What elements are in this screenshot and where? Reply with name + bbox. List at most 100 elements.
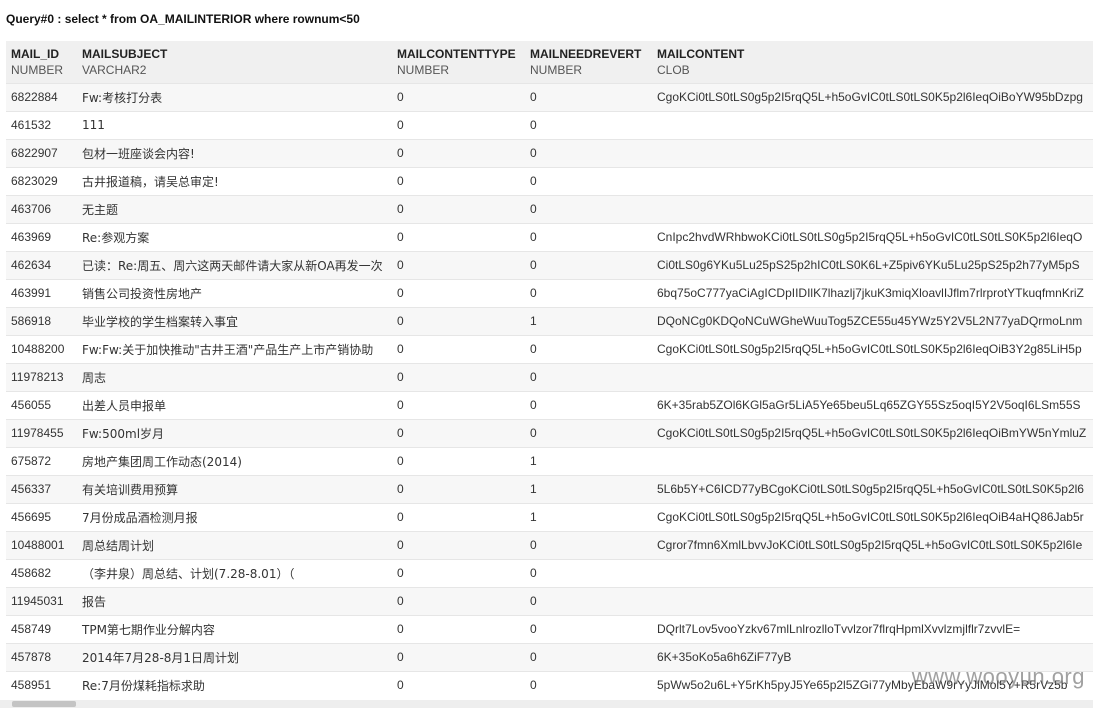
mailsubject-cell: 周总结周计划 [77,530,392,559]
mail-id-cell: 456055 [6,390,77,419]
mail-id-cell: 6822884 [6,82,77,111]
mail-id-cell: 456695 [6,502,77,531]
column-header-mailsubject[interactable]: MAILSUBJECT VARCHAR2 [77,41,392,83]
column-name: MAILCONTENT [657,47,745,61]
mailneedrevert-cell: 0 [525,250,652,279]
table-row[interactable]: 10488200 Fw:Fw:关于加快推动"古井王酒"产品生产上市产销协助 0 0 Cg… [6,334,1093,363]
mail-id-cell: 11978455 [6,418,77,447]
mail-id-cell: 11978213 [6,362,77,391]
table-row[interactable]: 11945031 报告 0 0 [6,586,1093,615]
mailsubject-cell: 房地产集团周工作动态(2014) [77,446,392,475]
mailcontent-cell: Cgror7fmn6XmlLbvvJoKCi0tLS0tLS0g5p2I5rqQ… [652,530,1093,559]
mailneedrevert-cell: 1 [525,306,652,335]
table-row[interactable]: 461532 111 0 0 [6,110,1093,139]
mail-id-cell: 458951 [6,670,77,699]
column-header-mailcontenttype[interactable]: MAILCONTENTTYPE NUMBER [392,41,525,83]
mailcontent-cell: CgoKCi0tLS0tLS0g5p2I5rqQ5L+h5oGvIC0tLS0t… [652,502,1093,531]
mailneedrevert-cell: 0 [525,82,652,111]
mailcontenttype-cell: 0 [392,362,525,391]
mailsubject-cell: Re:7月份煤耗指标求助 [77,670,392,699]
mail-id-cell: 6823029 [6,166,77,195]
column-type: NUMBER [530,63,583,77]
mailsubject-cell: 111 [77,110,392,139]
mail-id-cell: 11945031 [6,586,77,615]
mailneedrevert-cell: 0 [525,670,652,699]
table-row[interactable]: 463706 无主题 0 0 [6,194,1093,223]
mailcontent-cell [652,586,1093,615]
mailsubject-cell: 包材一班座谈会内容! [77,138,392,167]
table-row[interactable]: 463991 销售公司投资性房地产 0 0 6bq75oC777yaCiAgICDpII… [6,278,1093,307]
horizontal-scrollbar[interactable] [0,700,1093,708]
table-row[interactable]: 11978455 Fw:500ml岁月 0 0 CgoKCi0tLS0tLS0g5p2I… [6,418,1093,447]
mailcontent-cell: DQoNCg0KDQoNCuWGheWuuTog5ZCE55u45YWz5Y2V… [652,306,1093,335]
table-row[interactable]: 463969 Re:参观方案 0 0 CnIpc2hvdWRhbwoKCi0tLS0tL… [6,222,1093,251]
table-row[interactable]: 456055 出差人员申报单 0 0 6K+35rab5ZOl6KGl5aGr5LiA5… [6,390,1093,419]
mailneedrevert-cell: 0 [525,138,652,167]
mailsubject-cell: 无主题 [77,194,392,223]
mailneedrevert-cell: 0 [525,614,652,643]
mailneedrevert-cell: 0 [525,418,652,447]
mailsubject-cell: 毕业学校的学生档案转入事宜 [77,306,392,335]
mail-id-cell: 10488001 [6,530,77,559]
column-header-mailneedrevert[interactable]: MAILNEEDREVERT NUMBER [525,41,652,83]
table-row[interactable]: 11978213 周志 0 0 [6,362,1093,391]
mailcontent-cell: Ci0tLS0g6YKu5Lu25pS25p2hIC0tLS0K6L+Z5piv… [652,250,1093,279]
column-header-mailcontent[interactable]: MAILCONTENT CLOB [652,41,1093,83]
mailsubject-cell: 7月份成品酒检测月报 [77,502,392,531]
mailcontenttype-cell: 0 [392,278,525,307]
table-row[interactable]: 457878 2014年7月28-8月1日周计划 0 0 6K+35oKo5a6h6Zi… [6,642,1093,671]
mailcontenttype-cell: 0 [392,334,525,363]
mailneedrevert-cell: 1 [525,502,652,531]
mail-id-cell: 463969 [6,222,77,251]
mailsubject-cell: 出差人员申报单 [77,390,392,419]
mailcontenttype-cell: 0 [392,306,525,335]
mailcontent-cell: CgoKCi0tLS0tLS0g5p2I5rqQ5L+h5oGvIC0tLS0t… [652,418,1093,447]
column-header-mail-id[interactable]: MAIL_ID NUMBER [6,41,77,83]
mailcontenttype-cell: 0 [392,166,525,195]
table-row[interactable]: 6823029 古井报道稿，请吴总审定! 0 0 [6,166,1093,195]
table-row[interactable]: 458951 Re:7月份煤耗指标求助 0 0 5pWw5o2u6L+Y5rKh5pyJ… [6,670,1093,699]
mailneedrevert-cell: 0 [525,530,652,559]
mailcontenttype-cell: 0 [392,558,525,587]
mailcontenttype-cell: 0 [392,194,525,223]
column-name: MAILNEEDREVERT [530,47,642,61]
column-type: NUMBER [11,63,64,77]
table-row[interactable]: 456695 7月份成品酒检测月报 0 1 CgoKCi0tLS0tLS0g5p2I5r… [6,502,1093,531]
mailcontent-cell: 6bq75oC777yaCiAgICDpIIDIlK7lhazlj7jkuK3m… [652,278,1093,307]
mail-id-cell: 463706 [6,194,77,223]
table-row[interactable]: 6822884 Fw:考核打分表 0 0 CgoKCi0tLS0tLS0g5p2I5rq… [6,82,1093,111]
mailsubject-cell: 销售公司投资性房地产 [77,278,392,307]
mailneedrevert-cell: 0 [525,222,652,251]
mailcontenttype-cell: 0 [392,530,525,559]
mailcontenttype-cell: 0 [392,446,525,475]
mailcontenttype-cell: 0 [392,586,525,615]
table-row[interactable]: 6822907 包材一班座谈会内容! 0 0 [6,138,1093,167]
mailcontenttype-cell: 0 [392,138,525,167]
mailcontent-cell: CnIpc2hvdWRhbwoKCi0tLS0tLS0g5p2I5rqQ5L+h… [652,222,1093,251]
mailsubject-cell: 周志 [77,362,392,391]
mailsubject-cell: TPM第七期作业分解内容 [77,614,392,643]
mailcontenttype-cell: 0 [392,250,525,279]
mailsubject-cell: 有关培训费用预算 [77,474,392,503]
table-row[interactable]: 462634 已读：Re:周五、周六这两天邮件请大家从新OA再发一次 0 0 Ci0tL… [6,250,1093,279]
mail-id-cell: 458749 [6,614,77,643]
mailcontent-cell [652,558,1093,587]
table-row[interactable]: 675872 房地产集团周工作动态(2014) 0 1 [6,446,1093,475]
mail-id-cell: 456337 [6,474,77,503]
mail-id-cell: 461532 [6,110,77,139]
mailneedrevert-cell: 0 [525,362,652,391]
mailcontenttype-cell: 0 [392,390,525,419]
table-row[interactable]: 458749 TPM第七期作业分解内容 0 0 DQrlt7Lov5vooYzkv67m… [6,614,1093,643]
mailsubject-cell: （李井泉）周总结、计划(7.28-8.01）（ [77,558,392,587]
table-row[interactable]: 456337 有关培训费用预算 0 1 5L6b5Y+C6ICD77yBCgoKCi0t… [6,474,1093,503]
results-table-container[interactable]: MAIL_ID NUMBER MAILSUBJECT VARCHAR2 MAIL… [6,41,1093,701]
mailcontent-cell: CgoKCi0tLS0tLS0g5p2I5rqQ5L+h5oGvIC0tLS0t… [652,334,1093,363]
mailsubject-cell: 古井报道稿，请吴总审定! [77,166,392,195]
table-row[interactable]: 586918 毕业学校的学生档案转入事宜 0 1 DQoNCg0KDQoNCuWGheW… [6,306,1093,335]
mailcontenttype-cell: 0 [392,82,525,111]
mail-id-cell: 6822907 [6,138,77,167]
table-row[interactable]: 458682 （李井泉）周总结、计划(7.28-8.01）（ 0 0 [6,558,1093,587]
scrollbar-thumb[interactable] [12,701,76,707]
mailcontent-cell [652,446,1093,475]
table-row[interactable]: 10488001 周总结周计划 0 0 Cgror7fmn6XmlLbvvJoKCi0t… [6,530,1093,559]
